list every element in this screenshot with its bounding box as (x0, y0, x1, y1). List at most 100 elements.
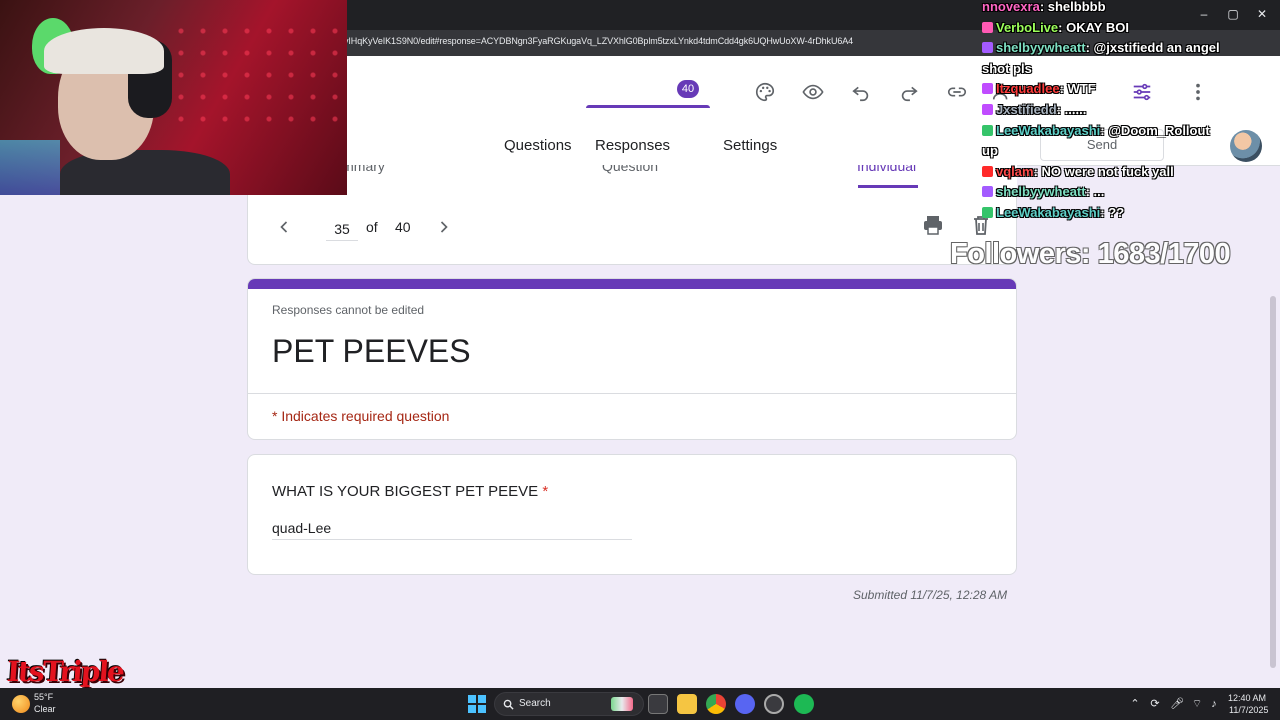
chat-message: Itzquadlee: WTF (982, 79, 1280, 100)
form-title-card: Responses cannot be edited PET PEEVES * … (247, 278, 1017, 440)
previous-response-button[interactable] (272, 215, 296, 239)
chat-message: shelbyywheatt: ... (982, 182, 1280, 203)
chat-message: LeeWakabayashi: @Doom_Rollout (982, 121, 1280, 142)
pager-total: 40 (395, 219, 411, 235)
chat-text: WTF (1067, 81, 1096, 97)
undo-icon[interactable] (847, 78, 875, 106)
chrome-icon[interactable] (706, 694, 726, 714)
file-explorer-icon[interactable] (677, 694, 697, 714)
form-title: PET PEEVES (272, 333, 471, 369)
subtab-question[interactable]: Question (602, 165, 658, 174)
taskbar-search-label: Search (519, 698, 551, 709)
question-card: WHAT IS YOUR BIGGEST PET PEEVE * quad-Le… (247, 454, 1017, 575)
weather-condition[interactable]: Clear (34, 704, 56, 714)
taskbar-search[interactable]: Search (494, 692, 644, 716)
spotify-icon[interactable] (794, 694, 814, 714)
chat-badge-icon (982, 103, 993, 115)
answer-text: quad-Lee (272, 520, 632, 540)
chat-text: @jxstifiedd an angel (1093, 40, 1220, 56)
tray-overflow-icon[interactable]: ⌃ (1128, 697, 1142, 711)
chat-username: shelbyywheatt (996, 184, 1086, 200)
volume-icon[interactable]: ♪ (1207, 697, 1221, 711)
chat-text: ?? (1108, 204, 1125, 220)
discord-icon[interactable] (735, 694, 755, 714)
chat-badge-icon (982, 21, 993, 33)
chat-badge-icon (982, 165, 993, 177)
chat-text: shelbbbb (1047, 0, 1106, 14)
chat-badge-icon (982, 83, 993, 95)
search-highlight-icon (611, 697, 633, 711)
chat-message: VerboLive: OKAY BOI (982, 18, 1280, 39)
chat-message: vqlam: NO were not fuck yall (982, 162, 1280, 183)
question-label: WHAT IS YOUR BIGGEST PET PEEVE (272, 483, 539, 500)
tab-questions[interactable]: Questions (504, 137, 572, 154)
followers-goal: Followers: 1683/1700 (950, 238, 1231, 270)
palette-icon[interactable] (751, 78, 779, 106)
obs-icon[interactable] (764, 694, 784, 714)
chat-username: Itzquadlee (996, 81, 1060, 97)
chat-username: Jxstifiedd (996, 101, 1057, 117)
chat-username: vqlam (996, 163, 1034, 179)
sync-icon[interactable]: ⟳ (1148, 697, 1162, 711)
chat-badge-icon (982, 206, 993, 218)
title-card-accent (248, 279, 1016, 289)
required-note: * Indicates required question (272, 408, 450, 424)
chat-text: OKAY BOI (1066, 19, 1129, 35)
chat-username: VerboLive (996, 19, 1059, 35)
chat-text: shot pls (982, 60, 1032, 76)
tab-settings[interactable]: Settings (723, 137, 777, 154)
tab-responses[interactable]: Responses (595, 137, 670, 154)
scrollbar-thumb[interactable] (1270, 296, 1276, 668)
wifi-icon[interactable]: ⌔ (1190, 697, 1204, 711)
chat-message: nnovexra: shelbbbb (982, 0, 1106, 14)
pager-of-label: of (366, 219, 378, 235)
chevron-left-icon (280, 221, 288, 233)
subtab-indicator (858, 185, 918, 188)
chat-username: nnovexra (982, 0, 1040, 14)
chat-text: ... (1093, 184, 1105, 200)
microphone-icon[interactable]: 🎤︎ (1170, 697, 1184, 711)
weather-temp[interactable]: 55°F (34, 692, 53, 702)
divider (248, 393, 1016, 394)
chat-badge-icon (982, 186, 993, 198)
chat-message: LeeWakabayashi: ?? (982, 203, 1280, 224)
task-view-icon[interactable] (648, 694, 668, 714)
url-text[interactable]: vIHqKyVeIK1S9N0/edit#response=ACYDBNgn3F… (344, 36, 853, 46)
print-icon[interactable] (921, 213, 945, 237)
chat-username: shelbyywheatt (996, 40, 1086, 56)
question-title: WHAT IS YOUR BIGGEST PET PEEVE * (272, 483, 548, 500)
chat-text: ...... (1064, 101, 1087, 117)
webcam-wall-lights (170, 20, 340, 130)
subtab-individual[interactable]: Individual (857, 165, 916, 174)
chat-username: LeeWakabayashi (996, 204, 1101, 220)
chat-message: shot pls (982, 59, 1280, 80)
clock-time[interactable]: 12:40 AM (1228, 693, 1266, 703)
response-number-input[interactable] (326, 217, 358, 241)
submitted-timestamp: Submitted 11/7/25, 12:28 AM (853, 588, 1008, 602)
responses-count-badge: 40 (677, 80, 699, 98)
clock-date[interactable]: 11/7/2025 (1229, 705, 1268, 715)
active-tab-indicator (586, 105, 710, 108)
chat-badge-icon (982, 124, 993, 136)
chat-message: Jxstifiedd: ...... (982, 100, 1280, 121)
chat-message: shelbyywheatt: @jxstifiedd an angel (982, 38, 1280, 59)
start-button[interactable] (468, 695, 486, 713)
cannot-edit-notice: Responses cannot be edited (272, 303, 425, 317)
chat-text: NO were not fuck yall (1041, 163, 1174, 179)
weather-icon[interactable] (12, 695, 30, 713)
redo-icon[interactable] (895, 78, 923, 106)
webcam-overlay (0, 0, 347, 195)
required-star: * (542, 483, 549, 500)
response-pager: of 40 (247, 189, 1017, 265)
chat-badge-icon (982, 42, 993, 54)
chat-username: LeeWakabayashi (996, 122, 1101, 138)
chat-message: up (982, 141, 1280, 162)
response-view-tabs: Summary Question Individual (247, 165, 1017, 189)
preview-eye-icon[interactable] (799, 78, 827, 106)
taskbar: 55°F Clear Search ⌃ ⟳ 🎤︎ ⌔ ♪ 12:40 AM 11… (0, 688, 1280, 720)
chevron-right-icon (440, 221, 448, 233)
next-response-button[interactable] (432, 215, 456, 239)
stream-chat: nnovexra: shelbbbb VerboLive: OKAY BOI she… (982, 0, 1280, 224)
chat-text: @Doom_Rollout (1108, 122, 1210, 138)
link-icon[interactable] (943, 78, 971, 106)
